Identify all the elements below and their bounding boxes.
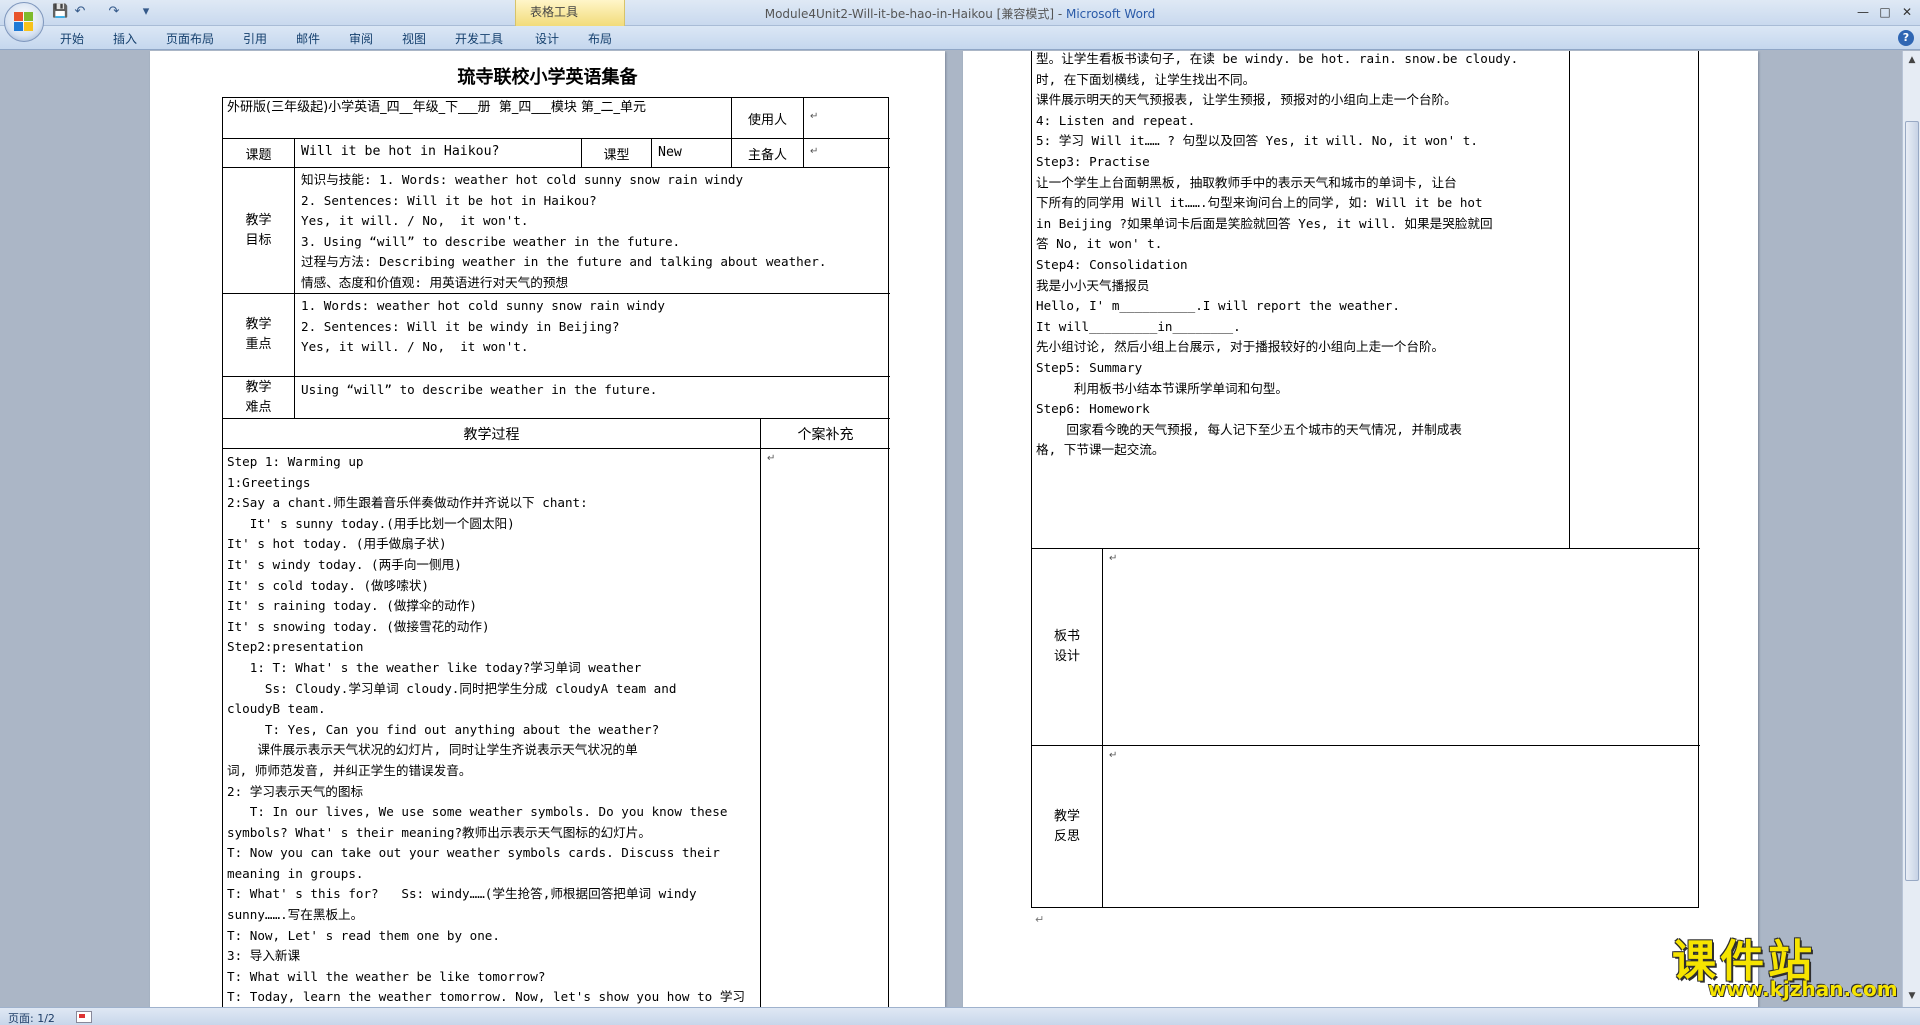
type-label-cell: 课型 — [582, 139, 652, 168]
cell-end-mark: ↵ — [1109, 553, 1118, 564]
preparer-value-cell[interactable]: ↵ — [804, 139, 890, 168]
book-info-cell[interactable]: 外研版(三年级起)小学英语_四__年级_下___册 第_四___模块 第_二_单… — [223, 98, 732, 139]
watermark-url: www.kjzhan.com — [1708, 977, 1898, 1001]
difficulties-label-cell: 教学 难点 — [223, 377, 295, 419]
process-continued-cell[interactable]: 型。让学生看板书读句子, 在读 be windy. be hot. rain. … — [1032, 51, 1570, 549]
key-points-label: 教学 重点 — [245, 317, 272, 352]
type-label: 课型 — [603, 147, 630, 163]
objectives-label: 教学 目标 — [245, 212, 272, 248]
title-bar: 💾 ↶ ↷ ▾ 表格工具 Module4Unit2-Will-it-be-hao… — [0, 0, 1920, 42]
status-bar: 页面: 1/2 — [0, 1007, 1920, 1025]
page-1[interactable]: 琉寺联校小学英语集备 外研版(三年级起)小学英语_四__年级_下___册 第_四… — [150, 51, 945, 1007]
key-points-cell[interactable]: 1. Words: weather hot cold sunny snow ra… — [295, 294, 890, 377]
document-name: Module4Unit2-Will-it-be-hao-in-Haikou [兼… — [764, 7, 1055, 21]
tab-layout[interactable]: 布局 — [588, 30, 612, 47]
help-icon[interactable]: ? — [1898, 30, 1914, 46]
tab-design[interactable]: 设计 — [535, 30, 559, 47]
preparer-label-cell: 主备人 — [732, 139, 804, 168]
title-separator: - — [1054, 7, 1066, 21]
objectives-cell[interactable]: 知识与技能: 1. Words: weather hot cold sunny … — [295, 168, 890, 294]
objectives-label-cell: 教学 目标 — [223, 168, 295, 294]
minimize-button[interactable]: — — [1852, 3, 1874, 21]
tab-insert[interactable]: 插入 — [113, 30, 137, 47]
process-text: Step 1: Warming up 1:Greetings 2:Say a c… — [227, 454, 746, 1005]
difficulties-text: Using “will” to describe weather in the … — [301, 382, 658, 397]
tab-developer[interactable]: 开发工具 — [455, 30, 503, 47]
cell-end-mark: ↵ — [767, 453, 776, 464]
topic-label-cell: 课题 — [223, 139, 295, 168]
book-info-text: 外研版(三年级起)小学英语_四__年级_下___册 第_四___模块 第_二_单… — [227, 100, 647, 115]
topic-value: Will it be hot in Haikou? — [301, 144, 500, 159]
cell-end-mark: ↵ — [810, 146, 819, 157]
page-2[interactable]: 型。让学生看板书读句子, 在读 be windy. be hot. rain. … — [963, 51, 1758, 1007]
vertical-scrollbar[interactable]: ▲ ▼ — [1902, 51, 1920, 1007]
document-workspace[interactable]: 琉寺联校小学英语集备 外研版(三年级起)小学英语_四__年级_下___册 第_四… — [0, 51, 1902, 1007]
ribbon-tab-bar: 开始 插入 页面布局 引用 邮件 审阅 视图 开发工具 设计 布局 — [0, 26, 1920, 50]
type-value: New — [658, 145, 682, 160]
office-button[interactable] — [4, 2, 44, 42]
supplement-header: 个案补充 — [797, 426, 854, 443]
cell-end-mark: ↵ — [810, 111, 819, 122]
scroll-thumb[interactable] — [1905, 121, 1919, 881]
difficulties-cell[interactable]: Using “will” to describe weather in the … — [295, 377, 890, 419]
paragraph-mark: ↵ — [1035, 913, 1045, 926]
tab-page-layout[interactable]: 页面布局 — [166, 30, 214, 47]
supplement-cell[interactable]: ↵ — [761, 449, 890, 1007]
process-header: 教学过程 — [463, 426, 520, 443]
tab-view[interactable]: 视图 — [402, 30, 426, 47]
tab-references[interactable]: 引用 — [243, 30, 267, 47]
scroll-up-icon[interactable]: ▲ — [1905, 53, 1919, 67]
process-header-cell: 教学过程 — [223, 419, 761, 449]
user-value-cell[interactable]: ↵ — [804, 98, 890, 139]
topic-value-cell[interactable]: Will it be hot in Haikou? — [295, 139, 582, 168]
reflection-label-cell: 教学 反思 — [1032, 746, 1103, 908]
user-label-cell: 使用人 — [732, 98, 804, 139]
board-design-cell[interactable]: ↵ — [1103, 549, 1700, 746]
board-label: 板书 设计 — [1053, 629, 1080, 664]
lesson-plan-table: 外研版(三年级起)小学英语_四__年级_下___册 第_四___模块 第_二_单… — [222, 97, 890, 1007]
process-cell[interactable]: Step 1: Warming up 1:Greetings 2:Say a c… — [223, 449, 761, 1007]
tab-mailings[interactable]: 邮件 — [296, 30, 320, 47]
reflection-label: 教学 反思 — [1053, 809, 1080, 844]
page-title: 琉寺联校小学英语集备 — [457, 67, 638, 88]
supplement-header-cell: 个案补充 — [761, 419, 890, 449]
key-points-label-cell: 教学 重点 — [223, 294, 295, 377]
difficulties-label: 教学 难点 — [245, 379, 272, 415]
key-points-text: 1. Words: weather hot cold sunny snow ra… — [301, 298, 665, 354]
objectives-text: 知识与技能: 1. Words: weather hot cold sunny … — [301, 172, 827, 290]
topic-label: 课题 — [245, 147, 272, 163]
site-watermark: 课件站 www.kjzhan.com — [1668, 925, 1913, 1005]
user-label: 使用人 — [747, 112, 787, 128]
preparer-label: 主备人 — [747, 147, 787, 163]
page-count[interactable]: 页面: 1/2 — [8, 1010, 55, 1025]
maximize-button[interactable]: □ — [1874, 3, 1896, 21]
proofing-status-icon[interactable] — [76, 1011, 92, 1023]
type-value-cell[interactable]: New — [652, 139, 732, 168]
reflection-cell[interactable]: ↵ — [1103, 746, 1700, 908]
lesson-plan-table-continued: 型。让学生看板书读句子, 在读 be windy. be hot. rain. … — [1031, 51, 1700, 908]
window-title: Module4Unit2-Will-it-be-hao-in-Haikou [兼… — [0, 5, 1920, 22]
tab-home[interactable]: 开始 — [60, 30, 84, 47]
supplement-continued-cell[interactable] — [1570, 51, 1700, 549]
close-button[interactable]: ✕ — [1896, 3, 1918, 21]
tab-review[interactable]: 审阅 — [349, 30, 373, 47]
office-logo-icon — [14, 12, 34, 32]
cell-end-mark: ↵ — [1109, 750, 1118, 761]
process-continued-text: 型。让学生看板书读句子, 在读 be windy. be hot. rain. … — [1036, 51, 1519, 458]
board-label-cell: 板书 设计 — [1032, 549, 1103, 746]
app-name: Microsoft Word — [1065, 7, 1156, 21]
